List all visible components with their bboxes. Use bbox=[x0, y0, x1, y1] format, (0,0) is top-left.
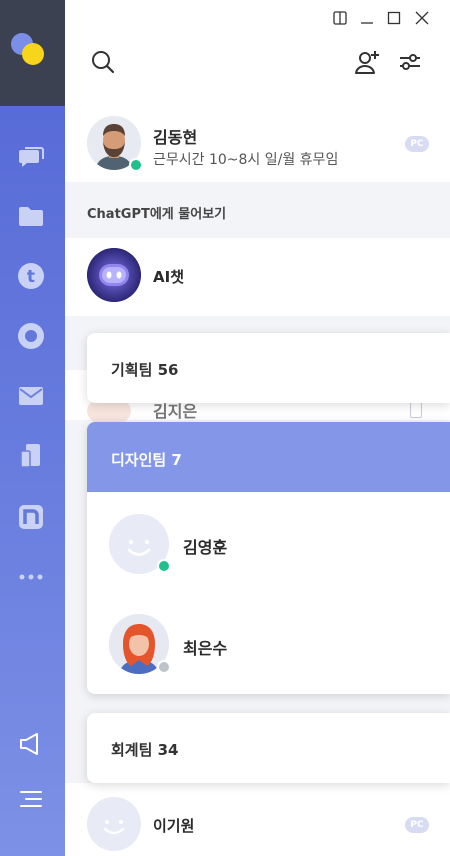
my-status-message: 근무시간 10~8시 일/월 휴무임 bbox=[153, 152, 339, 168]
group-card-accounting[interactable]: 회계팀 34 bbox=[87, 713, 450, 783]
group-card-design[interactable]: 디자인팀 7 김영훈 최은수 bbox=[87, 422, 450, 694]
main-panel: 김동현 근무시간 10~8시 일/월 휴무임 PC ChatGPT에게 물어보기… bbox=[65, 0, 450, 856]
close-icon[interactable] bbox=[412, 8, 432, 28]
menu-icon[interactable] bbox=[16, 784, 46, 814]
my-name: 김동현 bbox=[153, 128, 198, 147]
group-header-design[interactable]: 디자인팀 7 bbox=[87, 422, 450, 492]
group-card-planning[interactable]: 기획팀 56 bbox=[87, 333, 450, 403]
add-user-icon[interactable] bbox=[353, 48, 381, 76]
ai-chat-row[interactable]: AI챗 bbox=[65, 238, 450, 316]
sidebar: t bbox=[0, 0, 65, 856]
sidebar-logo-area bbox=[0, 0, 65, 106]
online-status-dot bbox=[157, 559, 171, 573]
member-name: 최은수 bbox=[183, 639, 228, 658]
pc-badge: PC bbox=[405, 817, 429, 833]
more-icon[interactable] bbox=[16, 562, 46, 592]
member-name: 김영훈 bbox=[183, 538, 228, 557]
ai-bot-name: AI챗 bbox=[153, 268, 184, 286]
minimize-icon[interactable] bbox=[357, 8, 377, 28]
app-logo bbox=[11, 33, 47, 69]
online-status-dot bbox=[129, 158, 143, 172]
header bbox=[65, 0, 450, 106]
maximize-icon[interactable] bbox=[384, 8, 404, 28]
megaphone-icon[interactable] bbox=[16, 729, 46, 759]
section-label-chatgpt: ChatGPT에게 물어보기 bbox=[87, 207, 227, 222]
mobile-badge-icon bbox=[410, 402, 422, 418]
t-icon[interactable]: t bbox=[16, 261, 46, 291]
mobile-icon[interactable] bbox=[16, 441, 46, 471]
group-title: 디자인팀 7 bbox=[111, 451, 182, 469]
svg-text:t: t bbox=[27, 267, 35, 287]
chat-icon[interactable] bbox=[16, 143, 46, 173]
default-avatar bbox=[87, 797, 141, 851]
search-icon[interactable] bbox=[89, 48, 117, 76]
n-icon[interactable] bbox=[16, 502, 46, 532]
bottom-contact-row[interactable]: 이기원 PC bbox=[65, 783, 450, 856]
contact-name: 이기원 bbox=[153, 817, 195, 835]
member-row[interactable]: 최은수 bbox=[87, 594, 450, 694]
pc-badge: PC bbox=[405, 136, 429, 152]
sidebar-toggle-icon[interactable] bbox=[330, 8, 350, 28]
record-icon[interactable] bbox=[16, 321, 46, 351]
sliders-icon[interactable] bbox=[396, 48, 424, 76]
group-title: 기획팀 56 bbox=[111, 361, 179, 379]
mail-icon[interactable] bbox=[16, 381, 46, 411]
offline-status-dot bbox=[157, 660, 171, 674]
folder-icon[interactable] bbox=[16, 201, 46, 231]
ai-bot-avatar bbox=[87, 248, 141, 302]
my-profile-row[interactable]: 김동현 근무시간 10~8시 일/월 휴무임 PC bbox=[65, 106, 450, 182]
member-row[interactable]: 김영훈 bbox=[87, 492, 450, 592]
group-title: 회계팀 34 bbox=[111, 741, 179, 759]
